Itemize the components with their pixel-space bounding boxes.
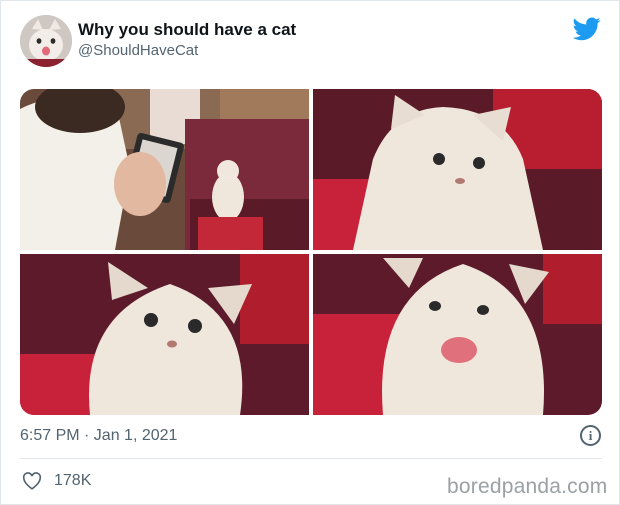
heart-icon[interactable] [22,472,42,490]
avatar[interactable] [20,15,72,67]
photo-2[interactable] [313,89,602,250]
photo-grid [20,89,602,415]
photo-1[interactable] [20,89,309,250]
watermark: boredpanda.com [447,475,608,498]
twitter-bird-icon[interactable] [573,17,601,41]
tweet-timestamp[interactable]: 6:57 PM · Jan 1, 2021 [20,427,177,445]
photo-4[interactable] [313,254,602,415]
like-count[interactable]: 178K [54,472,91,490]
info-icon[interactable]: i [580,425,601,446]
user-handle[interactable]: @ShouldHaveCat [78,42,198,59]
tweet-card: Why you should have a cat @ShouldHaveCat [0,0,620,505]
photo-3[interactable] [20,254,309,415]
divider [20,458,602,459]
avatar-cat-image [20,15,72,67]
display-name[interactable]: Why you should have a cat [78,20,296,40]
